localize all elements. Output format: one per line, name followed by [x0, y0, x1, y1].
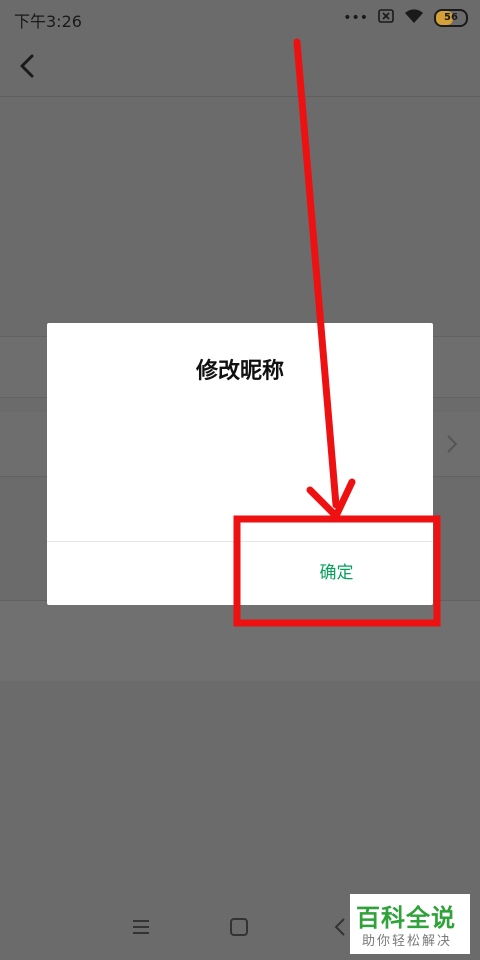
battery-icon: 56: [434, 9, 468, 27]
home-icon[interactable]: [230, 918, 248, 936]
watermark-main: 百科全说: [356, 904, 456, 932]
background-band: [0, 600, 480, 681]
menu-icon[interactable]: [130, 916, 152, 938]
sim-off-icon: [378, 9, 394, 27]
rename-dialog: 修改昵称 确定: [47, 323, 433, 605]
battery-level: 56: [444, 12, 458, 23]
watermark-sub: 助你轻松解决: [362, 934, 453, 949]
dialog-title: 修改昵称: [195, 359, 284, 384]
back-icon[interactable]: [332, 916, 348, 938]
top-bar: [0, 36, 480, 97]
more-dots: •••: [343, 10, 368, 26]
status-bar: 下午3:26 ••• 56: [0, 0, 480, 36]
nickname-input[interactable]: [67, 415, 413, 495]
watermark-logo: 百科全说 助你轻松解决: [350, 894, 470, 954]
back-button[interactable]: [14, 50, 42, 82]
status-icons: ••• 56: [343, 8, 468, 28]
chevron-left-icon: [20, 54, 34, 78]
dialog-left-button-area[interactable]: [47, 542, 240, 605]
confirm-button[interactable]: 确定: [240, 542, 433, 605]
chevron-right-icon: [447, 435, 458, 453]
wifi-icon: [404, 8, 424, 28]
status-time: 下午3:26: [14, 12, 82, 31]
